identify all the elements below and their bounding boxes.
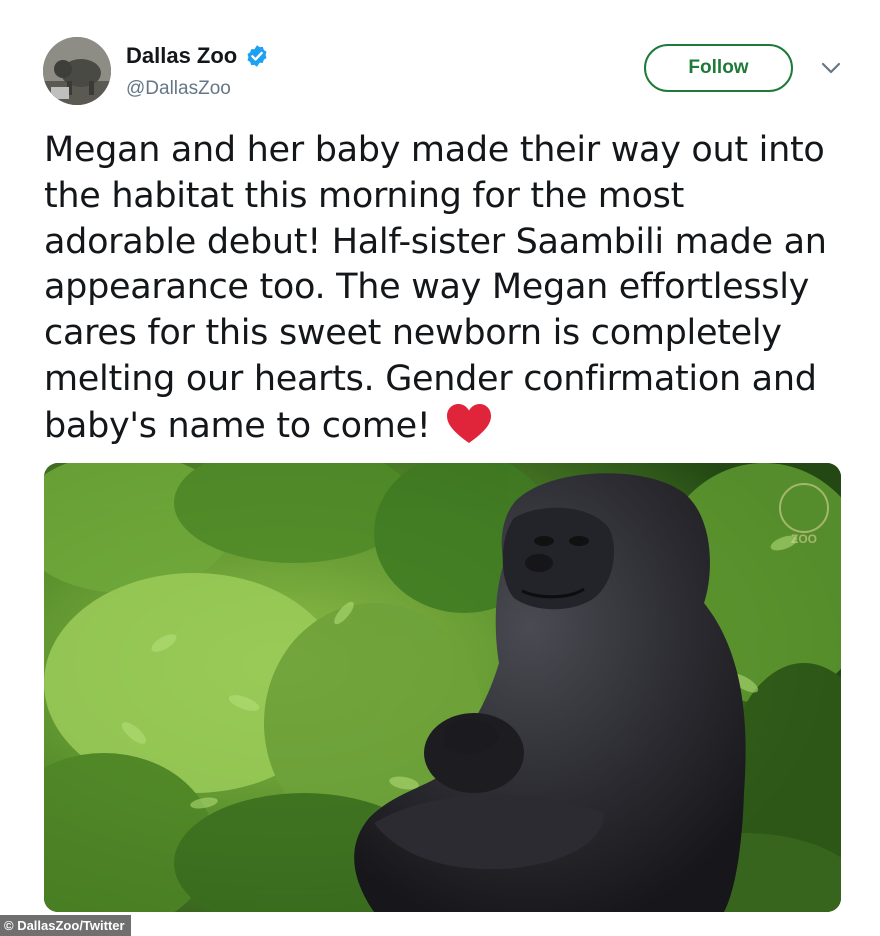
tweet-text-line: appearance too. The way Megan effortless… (44, 267, 810, 308)
tweet-text-line: melting our hearts. Gender confirmation … (44, 358, 817, 399)
red-heart-emoji-icon (445, 403, 493, 445)
tweet-text: Megan and her baby made their way out in… (44, 128, 844, 450)
name-row: Dallas Zoo (126, 40, 269, 72)
photo-credit: © DallasZoo/Twitter (0, 915, 131, 936)
gorilla-photo: ZOO (44, 463, 841, 912)
watermark-text: ZOO (791, 532, 817, 546)
tweet-text-line: adorable debut! Half-sister Saambili mad… (44, 221, 827, 262)
tweet-text-line: cares for this sweet newborn is complete… (44, 313, 782, 354)
tweet-text-line: Megan and her baby made their way out in… (44, 130, 825, 170)
user-handle[interactable]: @DallasZoo (126, 78, 231, 100)
avatar-image (43, 37, 111, 105)
follow-button[interactable]: Follow (644, 44, 793, 92)
tweet-photo[interactable]: ZOO (44, 463, 841, 912)
tweet-text-line: the habitat this morning for the most (44, 175, 685, 216)
display-name[interactable]: Dallas Zoo (126, 43, 237, 69)
chevron-down-icon[interactable] (820, 60, 842, 76)
tweet-text-line: baby's name to come! (44, 405, 431, 446)
profile-avatar[interactable] (43, 37, 111, 105)
verified-badge-icon (245, 44, 269, 68)
